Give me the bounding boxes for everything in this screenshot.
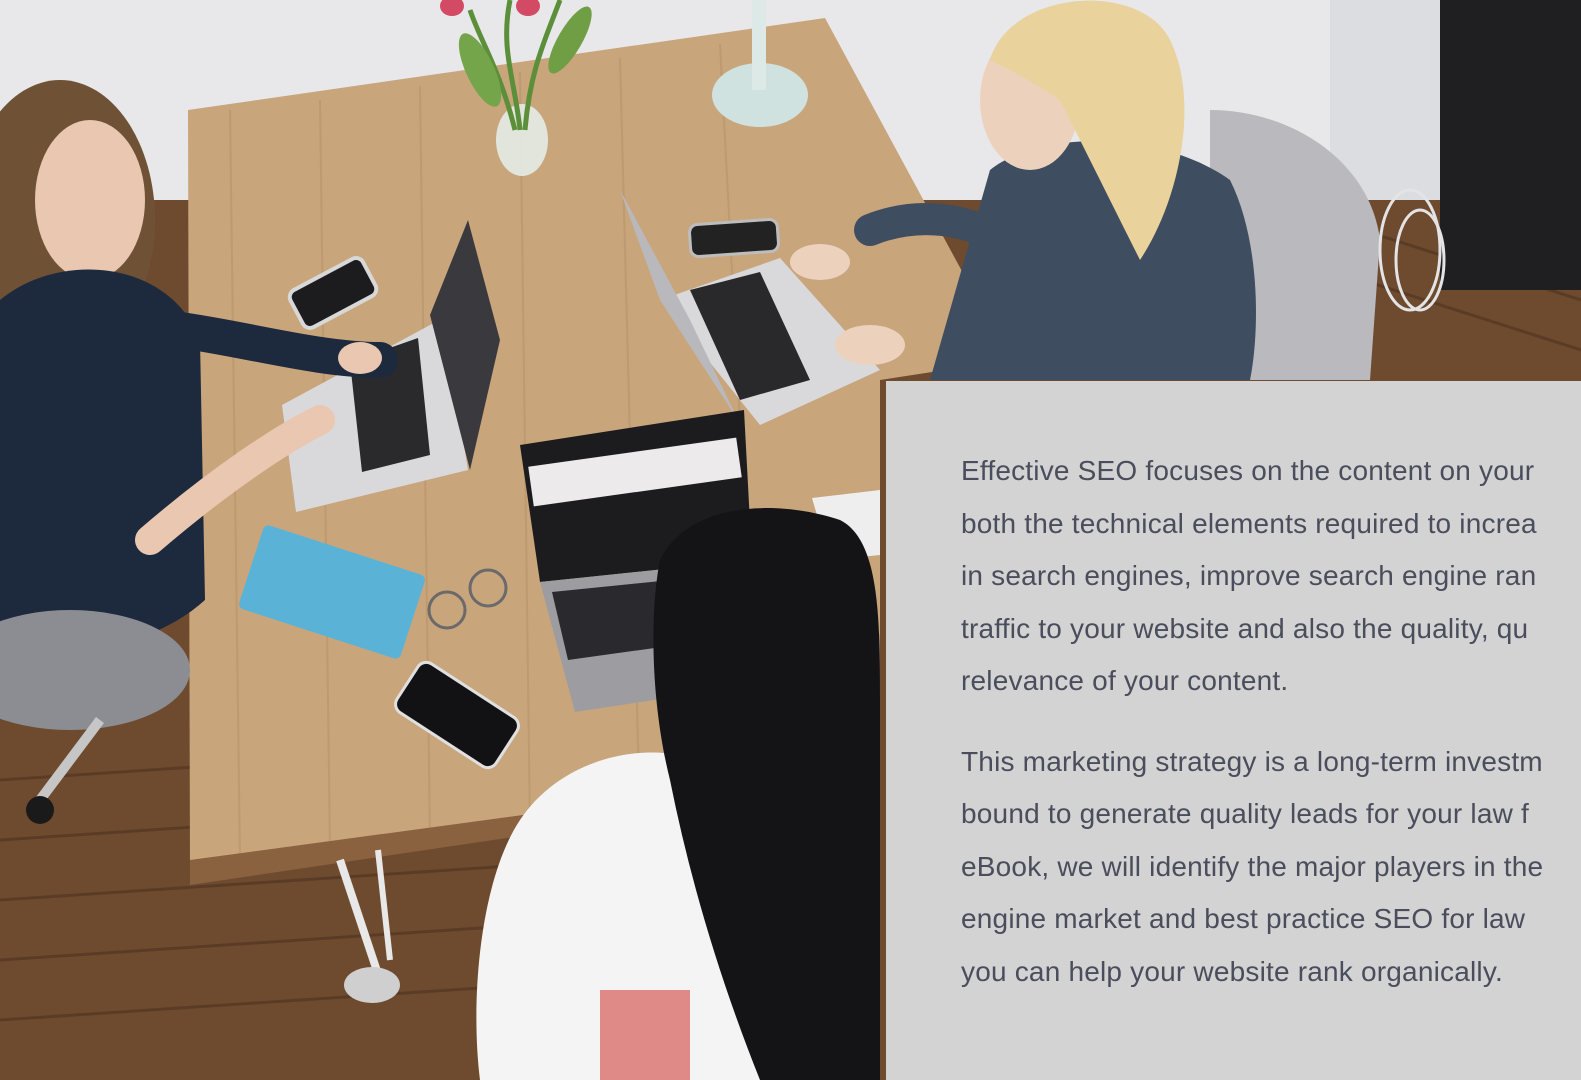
paragraph-line: you can help your website rank organical…	[961, 955, 1503, 987]
paragraph-line: engine market and best practice SEO for …	[961, 903, 1526, 934]
paragraph-line: eBook, we will identify the major player…	[961, 850, 1544, 882]
paragraph-line: This marketing strategy is a long-term i…	[961, 745, 1543, 777]
paragraph-line: Effective SEO focuses on the content on …	[961, 455, 1535, 486]
paragraph-line: traffic to your website and also the qua…	[961, 612, 1529, 644]
paragraph-line: bound to generate quality leads for your…	[961, 798, 1529, 829]
paragraph-seo-focus: Effective SEO focuses on the content on …	[961, 445, 1581, 708]
paragraph-line: both the technical elements required to …	[961, 507, 1537, 539]
seo-description-card: Effective SEO focuses on the content on …	[886, 381, 1581, 1080]
paragraph-line: relevance of your content.	[961, 665, 1289, 696]
paragraph-line: in search engines, improve search engine…	[961, 560, 1537, 591]
seo-description-copy: Effective SEO focuses on the content on …	[961, 445, 1581, 1026]
paragraph-marketing-strategy: This marketing strategy is a long-term i…	[961, 736, 1581, 999]
